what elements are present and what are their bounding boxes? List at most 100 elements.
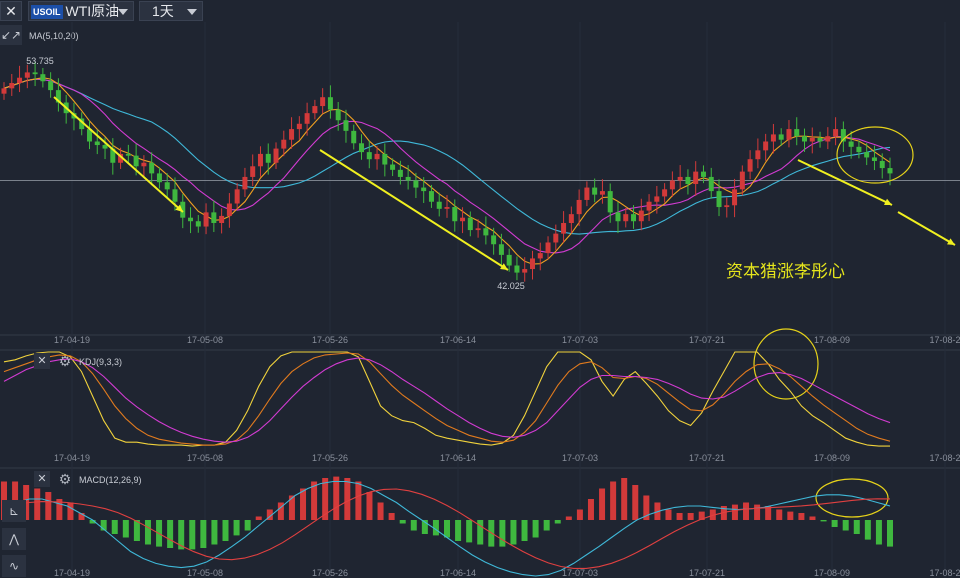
macd-gear-icon[interactable]: ⚙ [57,471,73,487]
candle-body [289,129,295,140]
macd-histogram-bar [499,520,506,547]
macd-histogram-bar [875,520,882,545]
macd-histogram-bar [477,520,484,545]
chart-type-icon[interactable]: ⊾ [2,500,26,522]
macd-histogram-bar [45,492,52,520]
kdj-close-button[interactable]: ✕ [34,353,50,369]
candle-body [94,141,100,146]
x-tick-label: 17-07-03 [562,335,598,345]
candle-body [825,136,831,142]
candle-body [716,191,722,208]
kdj-d-line [3,352,891,446]
macd-histogram-bar [842,520,849,531]
candle-body [421,187,427,192]
macd-histogram-bar [820,520,827,522]
macd-histogram-bar [809,516,816,520]
kdj-k-line [3,351,890,447]
candle-body [491,235,497,245]
x-tick-label: 17-07-03 [562,568,598,578]
macd-histogram-bar [377,502,384,520]
candle-body [203,212,209,227]
candle-body [693,171,699,185]
watermark-text: 资本猎涨李彤心 [726,262,845,282]
macd-histogram-bar [532,520,539,538]
candle-body [366,152,372,160]
x-tick-label: 17-07-21 [689,335,725,345]
candle-body [413,180,419,188]
indicator-wave-icon[interactable]: ∿ [2,555,26,577]
x-tick-label: 17-04-19 [54,568,90,578]
macd-histogram-bar [200,520,207,548]
candle-body [592,187,598,195]
candle-body [9,83,15,89]
candle-body [273,148,279,163]
macd-histogram-bar [853,520,860,534]
x-tick-label: 17-07-21 [689,453,725,463]
drawing-tool-icon[interactable]: ⋀ [2,528,26,550]
candle-body [545,242,551,254]
macd-histogram-bar [144,520,151,545]
candle-body [428,191,434,202]
candle-body [390,164,396,170]
candle-body [529,258,535,270]
trend-arrow [319,149,509,271]
macd-histogram-bar [621,478,628,520]
x-tick-label: 17-08-2 [929,453,960,463]
macd-histogram-bar [831,520,838,527]
candle-body [312,106,318,114]
candle-body [498,244,504,255]
macd-histogram-bar [787,511,794,520]
macd-histogram-bar [576,509,583,520]
candle-body [677,176,683,181]
candle-body [778,134,784,140]
macd-histogram-bar [300,488,307,520]
candle-body [327,97,333,110]
x-tick-label: 17-08-09 [814,453,850,463]
candle-body [669,180,675,190]
candle-body [522,269,528,273]
candle-body [848,141,854,147]
high-price-label: 53.735 [26,56,54,66]
candle-body [871,157,877,161]
candle-body [149,162,155,174]
macd-histogram-bar [731,504,738,520]
macd-histogram-bar [864,520,871,540]
x-tick-label: 17-08-09 [814,335,850,345]
x-tick-label: 17-07-03 [562,453,598,463]
candle-body [281,139,287,149]
highlight-circle [815,478,889,518]
macd-histogram-bar [355,481,362,520]
candle-body [662,189,668,197]
low-price-label: 42.025 [497,281,525,291]
candle-body [887,168,893,174]
x-tick-label: 17-05-26 [312,453,348,463]
candle-body [374,153,380,160]
macd-histogram-bar [122,520,129,538]
x-tick-label: 17-08-2 [929,335,960,345]
candle-body [188,217,194,222]
x-tick-label: 17-08-2 [929,568,960,578]
macd-histogram-bar [133,520,140,541]
candle-body [576,199,582,215]
macd-close-button[interactable]: ✕ [34,471,50,487]
kdj-gear-icon[interactable]: ⚙ [57,353,73,369]
candle-body [483,228,489,236]
x-tick-label: 17-06-14 [440,453,476,463]
candle-body [452,207,458,222]
candle-body [879,160,885,169]
x-tick-label: 17-04-19 [54,453,90,463]
candle-body [265,153,271,163]
kdj-indicator-label: KDJ(9,3,3) [79,357,123,367]
candle-body [864,152,870,158]
candle-body [631,214,637,222]
candle-body [40,74,46,82]
candle-body [164,182,170,190]
x-tick-label: 17-06-14 [440,568,476,578]
candle-body [467,217,473,231]
candle-body [320,97,326,107]
macd-histogram-bar [399,520,406,524]
macd-histogram-bar [510,520,517,545]
candle-body [817,137,823,142]
candle-body [382,153,388,165]
macd-histogram-bar [521,520,528,541]
